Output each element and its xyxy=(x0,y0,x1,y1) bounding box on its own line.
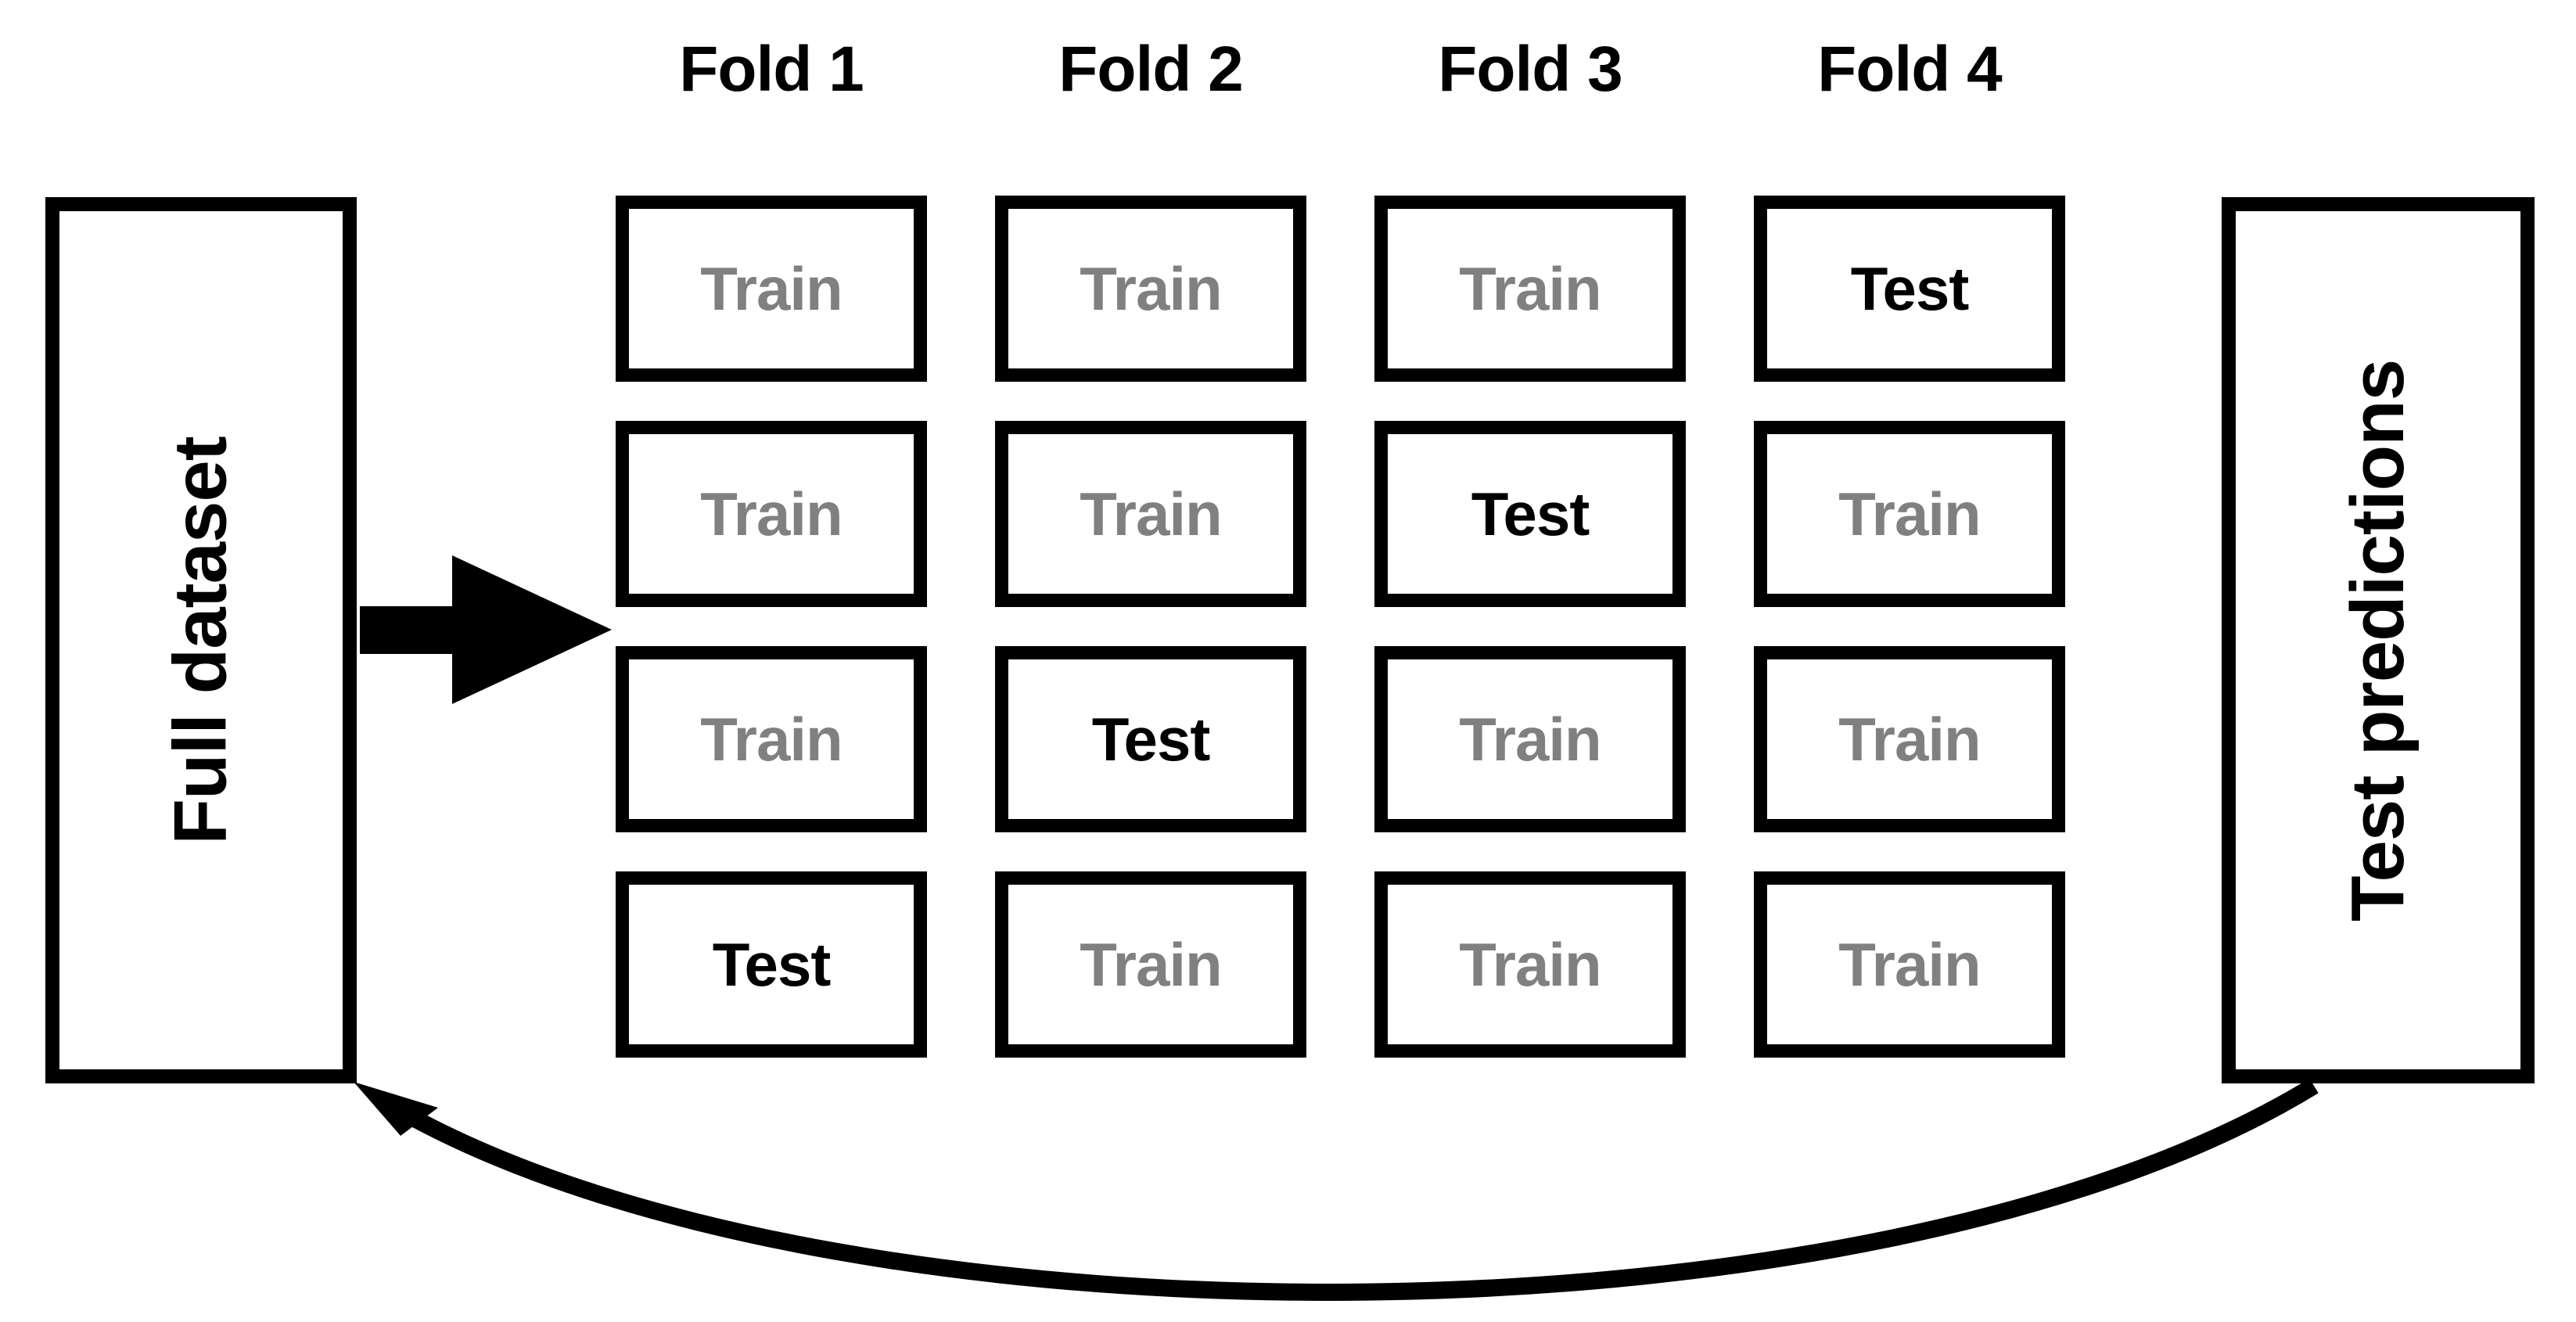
fold-header-label: Fold 4 xyxy=(1817,34,2002,105)
fold-cell-r3c2: Test xyxy=(995,646,1306,832)
fold-cell-label: Test xyxy=(1850,254,1970,323)
fold-cell-label: Test xyxy=(1091,705,1211,774)
fold-cell-r3c4: Train xyxy=(1754,646,2065,832)
split-arrow-icon xyxy=(360,555,612,704)
fold-header-1: Fold 1 xyxy=(616,38,927,102)
fold-cell-r4c4: Train xyxy=(1754,871,2065,1058)
fold-cell-r2c3: Test xyxy=(1374,421,1686,607)
fold-header-label: Fold 3 xyxy=(1438,34,1622,105)
fold-cell-r2c2: Train xyxy=(995,421,1306,607)
test-predictions-panel: Test predictions xyxy=(2222,197,2535,1083)
fold-cell-label: Train xyxy=(1838,930,1981,999)
fold-cell-label: Train xyxy=(1080,480,1222,548)
fold-cell-r1c1: Train xyxy=(616,196,927,382)
test-predictions-label: Test predictions xyxy=(2336,359,2420,921)
fold-cell-label: Train xyxy=(1459,254,1601,323)
diagram-canvas: Fold 1 Fold 2 Fold 3 Fold 4 Full dataset… xyxy=(0,0,2576,1322)
fold-cell-r1c4: Test xyxy=(1754,196,2065,382)
fold-cell-label: Train xyxy=(1838,480,1981,548)
fold-header-label: Fold 1 xyxy=(679,34,864,105)
fold-header-4: Fold 4 xyxy=(1754,38,2065,102)
full-dataset-label: Full dataset xyxy=(159,436,243,845)
fold-header-label: Fold 2 xyxy=(1058,34,1243,105)
fold-cell-r2c1: Train xyxy=(616,421,927,607)
feedback-arrow-head-icon xyxy=(356,1083,435,1133)
fold-header-2: Fold 2 xyxy=(995,38,1306,102)
fold-cell-r3c1: Train xyxy=(616,646,927,832)
fold-cell-label: Test xyxy=(712,930,832,999)
fold-cell-label: Train xyxy=(1080,930,1222,999)
fold-cell-label: Train xyxy=(1459,705,1601,774)
fold-cell-r1c3: Train xyxy=(1374,196,1686,382)
fold-cell-label: Train xyxy=(1838,705,1981,774)
fold-cell-r4c3: Train xyxy=(1374,871,1686,1058)
feedback-arrow-head-solid-icon xyxy=(354,1082,438,1136)
fold-cell-label: Train xyxy=(1459,930,1601,999)
feedback-arrow-curve-icon xyxy=(410,1078,2319,1301)
fold-header-3: Fold 3 xyxy=(1374,38,1686,102)
fold-cell-label: Train xyxy=(1080,254,1222,323)
fold-cell-r4c2: Train xyxy=(995,871,1306,1058)
fold-cell-r1c2: Train xyxy=(995,196,1306,382)
fold-cell-label: Train xyxy=(700,480,842,548)
fold-cell-r2c4: Train xyxy=(1754,421,2065,607)
fold-cell-r3c3: Train xyxy=(1374,646,1686,832)
fold-cell-r4c1: Test xyxy=(616,871,927,1058)
full-dataset-panel: Full dataset xyxy=(45,197,357,1083)
fold-cell-label: Test xyxy=(1471,480,1590,548)
fold-cell-label: Train xyxy=(700,254,842,323)
fold-cell-label: Train xyxy=(700,705,842,774)
